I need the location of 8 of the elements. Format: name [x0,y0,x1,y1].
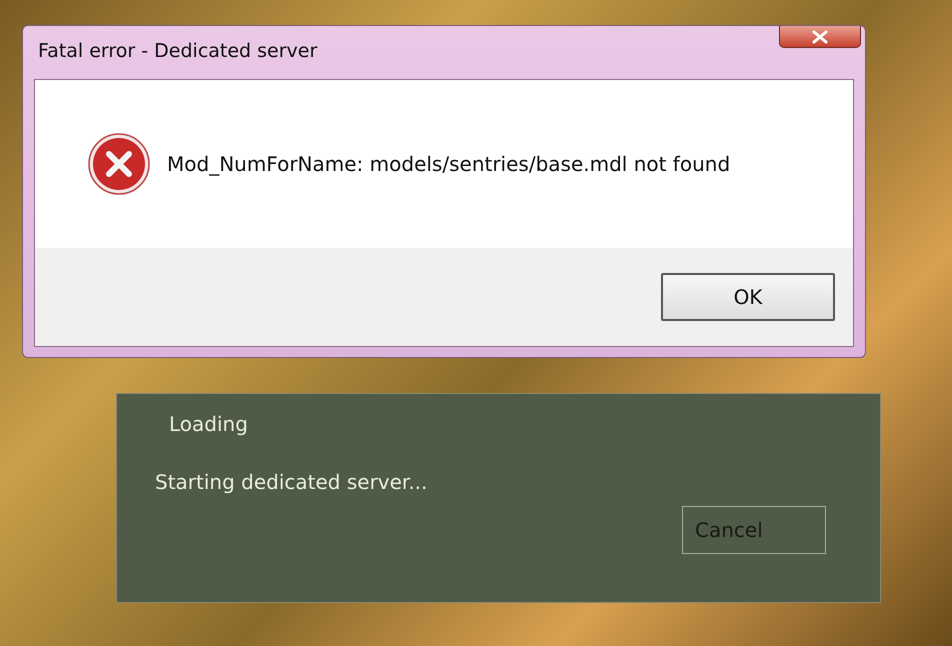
ok-button[interactable]: OK [661,273,835,321]
error-icon [87,132,151,196]
error-message: Mod_NumForName: models/sentries/base.mdl not found [167,152,730,176]
status-text: Starting dedicated server... [155,470,428,494]
close-button[interactable] [779,26,861,48]
close-icon [811,30,829,44]
loading-title: Loading [169,412,249,436]
window-title: Fatal error - Dedicated server [38,40,318,62]
